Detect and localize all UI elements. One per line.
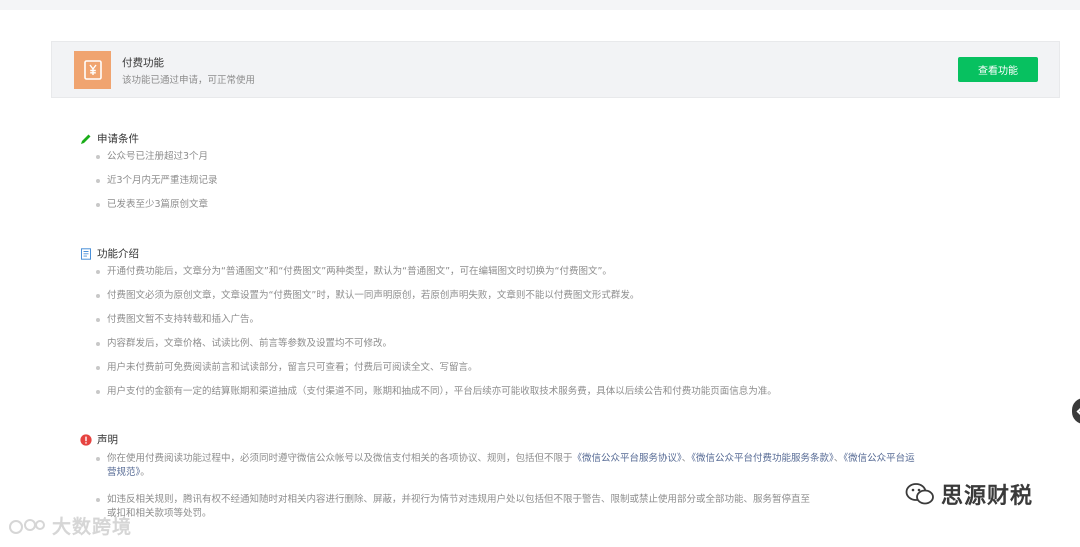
feature-status: 该功能已通过申请，可正常使用 [122, 75, 256, 86]
requirements-heading: 申请条件 [80, 131, 139, 146]
list-item: 用户支付的金额有一定的结算账期和渠道抽成（支付渠道不同，账期和抽成不同），平台后… [96, 386, 777, 397]
view-feature-button[interactable]: 查看功能 [958, 57, 1038, 82]
alert-icon [80, 433, 92, 446]
list-item: 近3个月内无严重违规记录 [96, 175, 218, 186]
paid-feature-terms-link[interactable]: 《微信公众平台付费功能服务条款》 [691, 453, 834, 464]
declaration-heading: 声明 [80, 432, 118, 447]
list-item: 开通付费功能后，文章分为“普通图文”和“付费图文”两种类型，默认为“普通图文”，… [96, 266, 612, 277]
wechat-logo-icon [905, 483, 934, 505]
pencil-icon [80, 133, 92, 145]
watermark-right: 思源财税 [905, 478, 1033, 510]
intro-title: 功能介绍 [97, 248, 139, 260]
top-bar [0, 0, 1080, 10]
payment-yuan-icon [74, 51, 111, 89]
feature-card: 付费功能 该功能已通过申请，可正常使用 查看功能 [51, 41, 1060, 98]
watermark-left: 大数跨境 [8, 512, 132, 539]
scroll-to-top-button[interactable] [1072, 398, 1080, 424]
list-item: 公众号已注册超过3个月 [95, 151, 209, 162]
list-item: 付费图文必须为原创文章，文章设置为“付费图文”时，默认一同声明原创，若原创声明失… [95, 290, 640, 301]
operation-rules-link[interactable]: 《微信公众平台运 [843, 453, 914, 464]
operation-rules-link-cont[interactable]: 营规范》 [107, 467, 140, 478]
declaration-title: 声明 [97, 434, 118, 446]
list-item: 付费图文暂不支持转载和插入广告。 [95, 314, 260, 325]
service-agreement-link[interactable]: 《微信公众平台服务协议》 [573, 453, 682, 464]
list-item: 已发表至少3篇原创文章 [95, 199, 209, 210]
requirements-title: 申请条件 [97, 133, 139, 145]
list-item: 如违反相关规则，腾讯有权不经通知随时对相关内容进行删除、屏蔽，并视行为情节对违规… [95, 494, 811, 519]
feature-title: 付费功能 [122, 57, 164, 69]
list-item: 用户未付费前可免费阅读前言和试读部分，留言只可查看；付费后可阅读全文、写留言。 [96, 362, 478, 373]
list-item: 内容群发后，文章价格、试读比例、前言等参数及设置均不可修改。 [95, 338, 393, 349]
intro-heading: 功能介绍 [80, 246, 139, 261]
list-item: 你在使用付费阅读功能过程中，必须同时遵守微信公众帐号以及微信支付相关的各项协议、… [96, 453, 915, 478]
weibo-logo-icon [9, 518, 45, 534]
document-icon [80, 247, 92, 260]
